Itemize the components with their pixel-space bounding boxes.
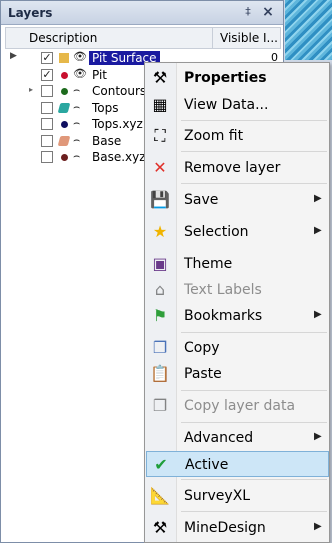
point-icon bbox=[61, 88, 68, 95]
menu-item-advanced[interactable]: Advanced ▶ bbox=[146, 425, 329, 451]
menu-item-label: Zoom fit bbox=[184, 128, 244, 144]
menu-item-remove-layer[interactable]: ✕ Remove layer bbox=[146, 155, 329, 181]
menu-item-label: Active bbox=[185, 457, 229, 473]
menu-item-save[interactable]: 💾 Save ▶ bbox=[146, 187, 329, 213]
menu-item-theme[interactable]: ▣ Theme bbox=[146, 251, 329, 277]
layer-label[interactable]: Base bbox=[92, 134, 121, 148]
tools-icon: ⚒ bbox=[152, 68, 168, 87]
column-visible[interactable]: Visible I... bbox=[214, 28, 282, 48]
zoom-fit-icon: ⛶ bbox=[154, 126, 166, 145]
layer-checkbox[interactable] bbox=[41, 85, 53, 97]
menu-item-active[interactable]: ✔ Active bbox=[146, 451, 329, 477]
menu-item-label: MineDesign bbox=[184, 520, 266, 536]
submenu-arrow-icon: ▶ bbox=[314, 225, 322, 236]
check-icon: ✔ bbox=[154, 455, 168, 474]
menu-item-label: Copy bbox=[184, 340, 220, 356]
eye-closed-icon[interactable]: ⌢ bbox=[73, 149, 80, 163]
pin-icon[interactable]: ‡ bbox=[241, 5, 255, 19]
eye-closed-icon[interactable]: ⌢ bbox=[73, 116, 80, 130]
current-row-icon: ▶ bbox=[10, 51, 17, 61]
submenu-arrow-icon: ▶ bbox=[314, 193, 322, 204]
menu-item-surveyxl[interactable]: 📐 SurveyXL bbox=[146, 483, 329, 509]
eye-closed-icon[interactable]: ⌢ bbox=[73, 100, 80, 114]
expand-icon[interactable]: ▸ bbox=[29, 85, 33, 94]
menu-item-label: View Data... bbox=[184, 97, 269, 113]
menu-item-label: Copy layer data bbox=[184, 398, 296, 414]
menu-item-label: Remove layer bbox=[184, 160, 281, 176]
table-icon: ▦ bbox=[152, 95, 168, 114]
panel-header: Layers ‡ × bbox=[1, 1, 283, 25]
bookmark-icon: ⚑ bbox=[152, 306, 168, 325]
eye-icon[interactable]: 👁 bbox=[73, 50, 87, 63]
menu-item-selection[interactable]: ★ Selection ▶ bbox=[146, 219, 329, 245]
menu-separator bbox=[181, 120, 327, 121]
remove-icon: ✕ bbox=[153, 158, 167, 177]
star-icon: ★ bbox=[152, 222, 168, 241]
panel-title: Layers bbox=[8, 6, 53, 20]
menu-item-label: Properties bbox=[184, 70, 267, 86]
surface-icon bbox=[57, 102, 71, 113]
menu-item-label: Save bbox=[184, 192, 219, 208]
folder-icon bbox=[59, 53, 69, 63]
eye-closed-icon[interactable]: ⌢ bbox=[73, 133, 80, 147]
menu-item-copy[interactable]: ❐ Copy bbox=[146, 335, 329, 361]
copy-data-icon: ❐ bbox=[152, 396, 168, 415]
menu-item-paste[interactable]: 📋 Paste bbox=[146, 361, 329, 387]
tag-icon: ⌂ bbox=[154, 280, 166, 299]
layer-checkbox[interactable]: ✓ bbox=[41, 52, 53, 64]
submenu-arrow-icon: ▶ bbox=[314, 521, 322, 532]
menu-separator bbox=[181, 332, 327, 333]
layer-checkbox[interactable]: ✓ bbox=[41, 68, 53, 81]
menu-item-label: Advanced bbox=[184, 430, 254, 446]
menu-separator bbox=[181, 183, 327, 184]
layer-label[interactable]: Tops bbox=[92, 101, 119, 115]
menu-separator bbox=[181, 479, 327, 480]
menu-item-view-data[interactable]: ▦ View Data... bbox=[146, 92, 329, 118]
menu-separator bbox=[181, 422, 327, 423]
surface-icon bbox=[57, 135, 71, 146]
point-icon bbox=[61, 71, 68, 79]
menu-separator bbox=[181, 511, 327, 512]
paste-icon: 📋 bbox=[150, 364, 170, 383]
layer-label[interactable]: Base.xyz bbox=[92, 150, 146, 164]
menu-separator bbox=[181, 151, 327, 152]
menu-separator bbox=[181, 390, 327, 391]
menu-item-properties[interactable]: ⚒ Properties bbox=[146, 65, 329, 91]
context-menu: ⚒ Properties ▦ View Data... ⛶ Zoom fit ✕ Remove… bbox=[144, 62, 330, 543]
close-icon[interactable]: × bbox=[261, 4, 275, 20]
layer-label[interactable]: Pit bbox=[92, 68, 107, 82]
menu-item-label: Selection bbox=[184, 224, 249, 240]
map-view[interactable] bbox=[285, 0, 332, 60]
column-header: Description Visible I... bbox=[5, 27, 281, 49]
submenu-arrow-icon: ▶ bbox=[314, 309, 322, 320]
eye-closed-icon[interactable]: ⌢ bbox=[73, 83, 80, 97]
menu-item-minedesign[interactable]: ⚒ MineDesign ▶ bbox=[146, 515, 329, 541]
menu-item-label: Text Labels bbox=[184, 282, 262, 298]
menu-item-copy-layer-data: ❐ Copy layer data bbox=[146, 393, 329, 419]
menu-item-bookmarks[interactable]: ⚑ Bookmarks ▶ bbox=[146, 303, 329, 329]
copy-icon: ❐ bbox=[152, 338, 168, 357]
layer-checkbox[interactable] bbox=[41, 101, 53, 114]
menu-item-label: Theme bbox=[184, 256, 233, 272]
point-icon bbox=[61, 154, 68, 161]
layer-checkbox[interactable] bbox=[41, 151, 53, 163]
menu-item-zoom-fit[interactable]: ⛶ Zoom fit bbox=[146, 123, 329, 149]
menu-item-label: Bookmarks bbox=[184, 308, 263, 324]
layer-checkbox[interactable] bbox=[41, 134, 53, 147]
point-icon bbox=[61, 121, 68, 128]
pickaxe-icon: ⚒ bbox=[152, 518, 168, 537]
submenu-arrow-icon: ▶ bbox=[314, 431, 322, 442]
column-description[interactable]: Description bbox=[6, 28, 213, 48]
eye-icon[interactable]: 👁 bbox=[73, 67, 87, 80]
menu-item-text-labels: ⌂ Text Labels bbox=[146, 277, 329, 303]
layer-label[interactable]: Tops.xyz bbox=[92, 117, 143, 131]
menu-item-label: Paste bbox=[184, 366, 222, 382]
theme-icon: ▣ bbox=[152, 254, 168, 273]
menu-item-label: SurveyXL bbox=[184, 488, 251, 504]
survey-icon: 📐 bbox=[150, 486, 170, 505]
layer-label[interactable]: Contours bbox=[92, 84, 146, 98]
save-icon: 💾 bbox=[150, 190, 170, 209]
layer-checkbox[interactable] bbox=[41, 118, 53, 130]
